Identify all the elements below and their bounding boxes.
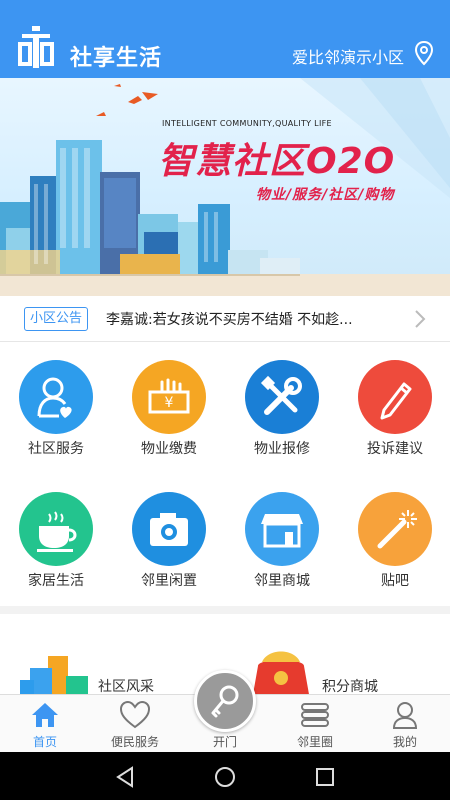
- service-label: 物业缴费: [141, 441, 197, 457]
- service-community[interactable]: 社区服务: [0, 342, 112, 462]
- system-navigation-bar: [0, 752, 450, 800]
- heart-icon: [120, 701, 150, 729]
- announcement-tag: 小区公告: [24, 307, 89, 331]
- service-forum[interactable]: 贴吧: [339, 474, 450, 594]
- coffee-cup-icon: [19, 492, 93, 566]
- service-property-fee[interactable]: ¥ 物业缴费: [113, 342, 225, 462]
- layers-icon: [301, 703, 329, 727]
- service-home-life[interactable]: 家居生活: [0, 474, 112, 594]
- app-header: 社享生活 爱比邻演示小区: [0, 0, 450, 78]
- home-icon: [32, 703, 58, 727]
- promo-banner[interactable]: INTELLIGENT COMMUNITY,QUALITY LIFE 智慧社区O…: [0, 78, 450, 296]
- service-label: 家居生活: [28, 573, 84, 589]
- shop-icon: [245, 492, 319, 566]
- open-door-button[interactable]: [194, 670, 256, 732]
- tab-label: 邻里圈: [296, 735, 333, 749]
- person-heart-icon: [19, 360, 93, 434]
- service-label: 邻里商城: [254, 573, 310, 589]
- tab-label: 我的: [392, 735, 417, 749]
- service-label: 物业报修: [254, 441, 310, 457]
- announcement-text[interactable]: 李嘉诚:若女孩说不买房不结婚 不如趁...: [106, 309, 386, 329]
- service-label: 投诉建议: [367, 441, 423, 457]
- key-icon: [211, 685, 239, 718]
- service-label: 贴吧: [381, 573, 409, 589]
- service-label: 邻里闲置: [141, 573, 197, 589]
- pencil-icon: [358, 360, 432, 434]
- tools-icon: [245, 360, 319, 434]
- community-name[interactable]: 爱比邻演示小区: [292, 44, 404, 68]
- service-repair[interactable]: 物业报修: [226, 342, 338, 462]
- service-complaint[interactable]: 投诉建议: [339, 342, 450, 462]
- service-label: 社区服务: [28, 441, 84, 457]
- buildings-icon: [20, 656, 88, 700]
- location-pin-icon[interactable]: [414, 40, 434, 66]
- tab-services[interactable]: 便民服务: [90, 695, 180, 753]
- tab-label: 便民服务: [110, 735, 159, 749]
- tab-home[interactable]: 首页: [0, 695, 90, 753]
- community-showcase-label[interactable]: 社区风采: [98, 676, 154, 696]
- banner-subtitle: 物业/服务/社区/购物: [256, 187, 395, 203]
- banner-english-slogan: INTELLIGENT COMMUNITY,QUALITY LIFE: [162, 119, 332, 128]
- service-grid: 社区服务 ¥ 物业缴费 物业报修 投诉建议 家居生活 邻里闲置 邻里商城 贴吧: [0, 342, 450, 606]
- recents-icon[interactable]: [314, 766, 336, 788]
- money-hand-icon: ¥: [132, 360, 206, 434]
- tab-mine[interactable]: 我的: [360, 695, 450, 753]
- tab-label: 首页: [32, 735, 57, 749]
- tab-label: 开门: [212, 735, 237, 749]
- svg-text:¥: ¥: [165, 395, 174, 411]
- service-secondhand[interactable]: 邻里闲置: [113, 474, 225, 594]
- camera-icon: [132, 492, 206, 566]
- back-icon[interactable]: [114, 766, 136, 788]
- home-circle-icon[interactable]: [214, 766, 236, 788]
- announcement-bar[interactable]: 小区公告 李嘉诚:若女孩说不买房不结婚 不如趁...: [0, 296, 450, 342]
- logo-icon: [18, 26, 54, 68]
- user-icon: [392, 702, 418, 729]
- banner-title: 智慧社区O2O: [158, 141, 396, 182]
- gift-bag-icon: [252, 651, 310, 700]
- points-mall-label[interactable]: 积分商城: [322, 676, 378, 696]
- magic-wand-icon: [358, 492, 432, 566]
- chevron-right-icon[interactable]: [414, 309, 426, 329]
- service-mall[interactable]: 邻里商城: [226, 474, 338, 594]
- app-title: 社享生活: [70, 46, 163, 71]
- tab-neighbors[interactable]: 邻里圈: [270, 695, 360, 753]
